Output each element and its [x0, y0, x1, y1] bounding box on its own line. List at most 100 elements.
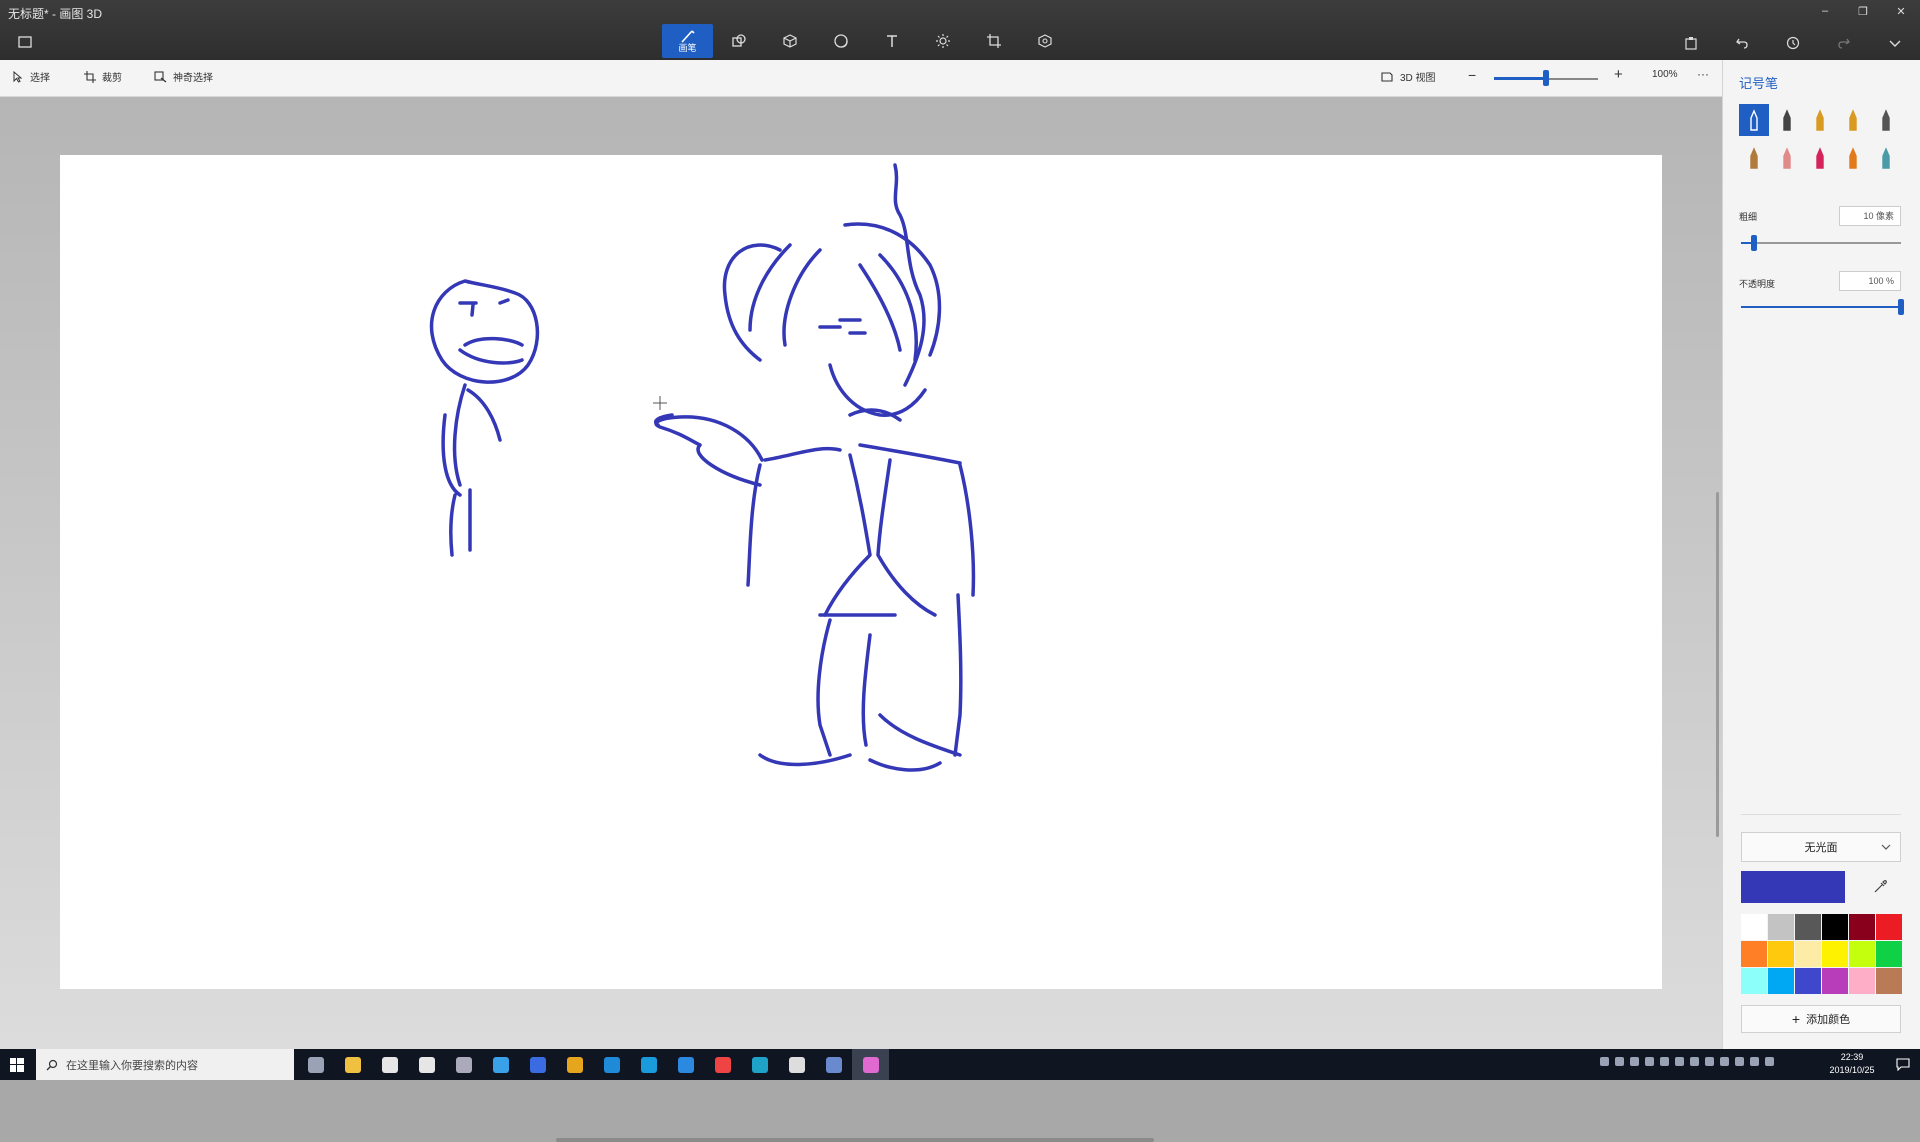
tool-2d-shapes[interactable]: [713, 24, 764, 58]
tray-icon[interactable]: [1615, 1057, 1624, 1066]
color-swatch[interactable]: [1849, 968, 1875, 994]
color-swatch[interactable]: [1822, 941, 1848, 967]
taskbar-app[interactable]: [741, 1049, 778, 1080]
color-swatch[interactable]: [1741, 914, 1767, 940]
add-color-button[interactable]: + 添加颜色: [1741, 1005, 1901, 1033]
opacity-field[interactable]: 100 %: [1839, 271, 1901, 291]
tray-icon[interactable]: [1645, 1057, 1654, 1066]
color-swatch[interactable]: [1876, 914, 1902, 940]
tray-icon[interactable]: [1675, 1057, 1684, 1066]
brush-eraser[interactable]: [1772, 142, 1802, 174]
finish-dropdown[interactable]: 无光面: [1741, 832, 1901, 862]
taskbar-app[interactable]: [519, 1049, 556, 1080]
brush-crayon[interactable]: [1805, 142, 1835, 174]
tool-text[interactable]: [866, 24, 917, 58]
brush-oil-brush[interactable]: [1805, 104, 1835, 136]
color-swatch[interactable]: [1849, 941, 1875, 967]
zoom-out-button[interactable]: −: [1468, 67, 1476, 83]
color-swatch[interactable]: [1849, 914, 1875, 940]
color-swatch[interactable]: [1795, 941, 1821, 967]
tray-icon[interactable]: [1630, 1057, 1639, 1066]
undo-button[interactable]: [1716, 30, 1767, 56]
taskbar-app[interactable]: [297, 1049, 334, 1080]
zoom-slider-thumb[interactable]: [1543, 70, 1549, 86]
color-swatch[interactable]: [1876, 968, 1902, 994]
expand-button[interactable]: [1869, 30, 1920, 56]
taskbar-app[interactable]: [852, 1049, 889, 1080]
tool-stickers[interactable]: [815, 24, 866, 58]
horizontal-scrollbar[interactable]: [556, 1138, 1154, 1142]
thickness-field[interactable]: 10 像素: [1839, 206, 1901, 226]
magic-select-icon: [154, 70, 167, 83]
color-swatch[interactable]: [1768, 968, 1794, 994]
volume-icon[interactable]: [1735, 1057, 1744, 1066]
tray-icon[interactable]: [1690, 1057, 1699, 1066]
brush-calligraphy-pen[interactable]: [1772, 104, 1802, 136]
taskbar-app[interactable]: [593, 1049, 630, 1080]
tray-icon[interactable]: [1705, 1057, 1714, 1066]
color-swatch[interactable]: [1741, 968, 1767, 994]
history-button[interactable]: [1767, 30, 1818, 56]
color-swatch[interactable]: [1768, 914, 1794, 940]
tool-canvas[interactable]: [968, 24, 1019, 58]
brush-watercolor[interactable]: [1838, 104, 1868, 136]
taskbar-app[interactable]: [408, 1049, 445, 1080]
taskbar-app[interactable]: [630, 1049, 667, 1080]
opacity-slider-thumb[interactable]: [1898, 299, 1904, 315]
tool-brushes[interactable]: 画笔: [662, 24, 713, 58]
color-swatch[interactable]: [1795, 968, 1821, 994]
more-button[interactable]: ···: [1697, 67, 1709, 81]
eyedropper-button[interactable]: [1859, 871, 1901, 903]
brush-spray-can[interactable]: [1838, 142, 1868, 174]
maximize-button[interactable]: ❐: [1844, 0, 1882, 22]
brush-marker[interactable]: [1739, 104, 1769, 136]
3d-view-button[interactable]: 3D 视图: [1380, 69, 1436, 84]
color-swatch[interactable]: [1876, 941, 1902, 967]
network-icon[interactable]: [1720, 1057, 1729, 1066]
color-swatch[interactable]: [1741, 941, 1767, 967]
notification-button[interactable]: [1894, 1055, 1912, 1073]
select-button[interactable]: 选择: [12, 69, 50, 84]
color-swatch[interactable]: [1795, 914, 1821, 940]
thickness-slider[interactable]: [1741, 242, 1901, 244]
drawing-canvas[interactable]: [60, 155, 1662, 989]
brush-fill[interactable]: [1871, 142, 1901, 174]
current-color-swatch[interactable]: [1741, 871, 1845, 903]
tray-icon[interactable]: [1660, 1057, 1669, 1066]
taskbar-app[interactable]: [778, 1049, 815, 1080]
taskbar-app[interactable]: [334, 1049, 371, 1080]
taskbar-app[interactable]: [445, 1049, 482, 1080]
drawing-strokes: [429, 163, 976, 772]
magic-select-button[interactable]: 神奇选择: [154, 69, 213, 84]
color-swatch[interactable]: [1822, 914, 1848, 940]
thickness-slider-thumb[interactable]: [1750, 235, 1757, 251]
crop-button[interactable]: 裁剪: [84, 69, 122, 84]
brush-pixel-pen[interactable]: [1871, 104, 1901, 136]
color-swatch[interactable]: [1768, 941, 1794, 967]
start-button[interactable]: [0, 1049, 34, 1080]
zoom-in-button[interactable]: +: [1614, 66, 1623, 83]
taskbar-app[interactable]: [704, 1049, 741, 1080]
vertical-scrollbar[interactable]: [1716, 492, 1719, 837]
taskbar-search[interactable]: 在这里输入你要搜索的内容: [36, 1049, 294, 1080]
tool-3d-shapes[interactable]: [764, 24, 815, 58]
close-button[interactable]: ✕: [1882, 0, 1920, 22]
redo-button[interactable]: [1818, 30, 1869, 56]
tool-effects[interactable]: [917, 24, 968, 58]
taskbar-clock[interactable]: 22:39 2019/10/25: [1816, 1051, 1888, 1077]
taskbar-app[interactable]: [556, 1049, 593, 1080]
taskbar-app[interactable]: [667, 1049, 704, 1080]
input-icon[interactable]: [1765, 1057, 1774, 1066]
minimize-button[interactable]: –: [1806, 0, 1844, 22]
taskbar-app[interactable]: [482, 1049, 519, 1080]
paste-button[interactable]: [1665, 30, 1716, 56]
zoom-level[interactable]: 100%: [1652, 69, 1678, 80]
menu-button[interactable]: [14, 33, 36, 51]
taskbar-app[interactable]: [815, 1049, 852, 1080]
tool-3d-library[interactable]: [1019, 24, 1070, 58]
taskbar-app[interactable]: [371, 1049, 408, 1080]
ime-icon[interactable]: [1750, 1057, 1759, 1066]
tray-icon[interactable]: [1600, 1057, 1609, 1066]
brush-pencil[interactable]: [1739, 142, 1769, 174]
color-swatch[interactable]: [1822, 968, 1848, 994]
